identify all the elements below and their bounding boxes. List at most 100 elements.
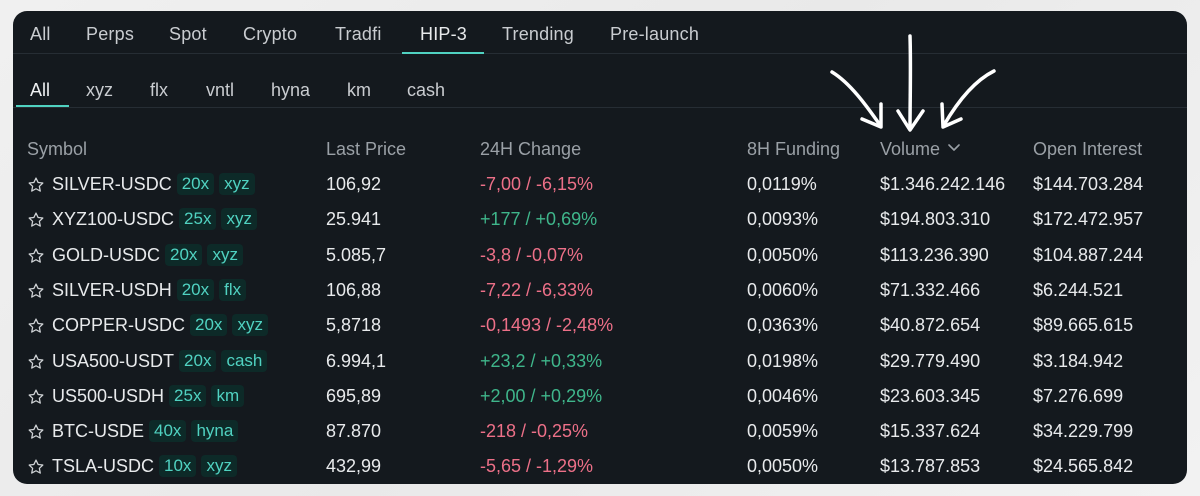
favorite-star-icon[interactable] <box>27 176 45 194</box>
column-header-8h-funding[interactable]: 8H Funding <box>747 139 840 160</box>
symbol-cell[interactable]: GOLD-USDC 20x xyz <box>52 238 243 273</box>
last-price-cell: 432,99 <box>326 456 382 477</box>
last-price-cell: 5,8718 <box>326 315 382 336</box>
last-price-cell: 25.941 <box>326 209 382 230</box>
subtab-vntl[interactable]: vntl <box>206 80 234 101</box>
favorite-star-icon[interactable] <box>27 211 45 229</box>
column-header-open-interest[interactable]: Open Interest <box>1033 139 1142 160</box>
symbol-name: XYZ100-USDC <box>52 209 175 230</box>
symbol-cell[interactable]: XYZ100-USDC 25x xyz <box>52 202 257 237</box>
symbol-cell[interactable]: SILVER-USDH 20x flx <box>52 273 247 308</box>
table-row[interactable]: BTC-USDE 40x hyna 87.870 -218 / -0,25% 0,0059… <box>13 414 1187 449</box>
favorite-star-icon[interactable] <box>27 282 45 300</box>
open-interest-cell: $144.703.284 <box>1033 174 1144 194</box>
subtab-xyz[interactable]: xyz <box>86 80 113 101</box>
last-price-cell: 695,89 <box>326 385 382 406</box>
symbol-name: USA500-USDT <box>52 350 175 371</box>
last-price-cell: 106,88 <box>326 279 382 300</box>
favorite-star-icon[interactable] <box>27 423 45 441</box>
column-header-last-price[interactable]: Last Price <box>326 139 406 160</box>
last-price-cell: 106,92 <box>326 174 382 194</box>
change-cell: -0,1493 / -2,48% <box>480 315 614 336</box>
funding-cell: 0,0363% <box>747 315 819 336</box>
tab-all[interactable]: All <box>30 24 51 45</box>
favorite-star-icon[interactable] <box>27 388 45 406</box>
volume-cell: $1.346.242.146 <box>880 174 1006 194</box>
funding-cell: 0,0059% <box>747 421 819 442</box>
leverage-badge: 20x <box>176 173 215 195</box>
favorite-star-icon[interactable] <box>27 458 45 476</box>
symbol-cell[interactable]: COPPER-USDC 20x xyz <box>52 308 268 343</box>
funding-cell: 0,0119% <box>747 174 817 194</box>
favorite-star-icon[interactable] <box>27 317 45 335</box>
table-row[interactable]: XYZ100-USDC 25x xyz 25.941 +177 / +0,69% 0,00… <box>13 202 1187 237</box>
change-cell: -7,00 / -6,15% <box>480 174 594 194</box>
tab-pre-launch[interactable]: Pre-launch <box>610 24 699 45</box>
subtab-all[interactable]: All <box>30 80 50 101</box>
favorite-star-icon[interactable] <box>27 353 45 371</box>
table-row[interactable]: COPPER-USDC 20x xyz 5,8718 -0,1493 / -2,48% 0… <box>13 308 1187 343</box>
open-interest-cell: $89.665.615 <box>1033 315 1134 336</box>
column-header-24h-change[interactable]: 24H Change <box>480 139 581 160</box>
tab-spot[interactable]: Spot <box>169 24 207 45</box>
open-interest-cell: $34.229.799 <box>1033 421 1134 442</box>
tab-crypto[interactable]: Crypto <box>243 24 297 45</box>
volume-cell: $15.337.624 <box>880 421 981 442</box>
dex-badge: flx <box>219 278 247 301</box>
volume-cell: $13.787.853 <box>880 456 981 477</box>
change-cell: -5,65 / -1,29% <box>480 456 594 477</box>
table-row[interactable]: TSLA-USDC 10x xyz 432,99 -5,65 / -1,29% 0,005… <box>13 449 1187 484</box>
subtab-cash[interactable]: cash <box>407 80 445 101</box>
leverage-badge: 40x <box>149 420 187 443</box>
tab-hip-3[interactable]: HIP-3 <box>420 24 467 45</box>
leverage-badge: 25x <box>169 384 207 407</box>
last-price-cell: 5.085,7 <box>326 244 387 265</box>
dex-badge: xyz <box>232 314 268 337</box>
dex-badge: xyz <box>219 173 255 195</box>
funding-cell: 0,0093% <box>747 209 819 230</box>
symbol-name: TSLA-USDC <box>52 456 155 477</box>
symbol-cell[interactable]: BTC-USDE 40x hyna <box>52 414 239 449</box>
leverage-badge: 20x <box>190 314 228 337</box>
symbol-cell[interactable]: USA500-USDT 20x cash <box>52 344 268 379</box>
change-cell: +23,2 / +0,33% <box>480 350 603 371</box>
change-cell: -7,22 / -6,33% <box>480 279 594 300</box>
table-row[interactable]: USA500-USDT 20x cash 6.994,1 +23,2 / +0,33% 0… <box>13 344 1187 379</box>
dex-badge: xyz <box>207 243 243 266</box>
table-row[interactable]: SILVER-USDC 20x xyz 106,92 -7,00 / -6,15% 0,0… <box>13 167 1187 202</box>
table-row[interactable]: SILVER-USDH 20x flx 106,88 -7,22 / -6,33% 0,0… <box>13 273 1187 308</box>
dex-filter-tabs: All xyz flx vntl hyna km cash <box>13 71 1187 108</box>
funding-cell: 0,0046% <box>747 385 819 406</box>
hand-drawn-arrows-icon <box>830 34 996 132</box>
open-interest-cell: $24.565.842 <box>1033 456 1134 477</box>
change-cell: +2,00 / +0,29% <box>480 385 603 406</box>
symbol-cell[interactable]: US500-USDH 25x km <box>52 379 245 414</box>
symbol-name: SILVER-USDC <box>52 174 172 194</box>
column-header-symbol[interactable]: Symbol <box>27 139 87 160</box>
dex-badge: km <box>211 384 245 407</box>
change-cell: -218 / -0,25% <box>480 421 589 442</box>
volume-cell: $71.332.466 <box>880 279 981 300</box>
last-price-cell: 87.870 <box>326 421 382 442</box>
tab-trending[interactable]: Trending <box>502 24 574 45</box>
table-row[interactable]: US500-USDH 25x km 695,89 +2,00 / +0,29% 0,004… <box>13 379 1187 414</box>
subtab-km[interactable]: km <box>347 80 371 101</box>
symbol-name: COPPER-USDC <box>52 315 186 336</box>
tab-tradfi[interactable]: Tradfi <box>335 24 382 45</box>
symbol-name: GOLD-USDC <box>52 244 161 265</box>
active-subtab-indicator <box>16 105 69 107</box>
markets-panel: All Perps Spot Crypto Tradfi HIP-3 Trend… <box>13 11 1187 484</box>
subtab-hyna[interactable]: hyna <box>271 80 310 101</box>
subtab-flx[interactable]: flx <box>150 80 168 101</box>
funding-cell: 0,0050% <box>747 244 819 265</box>
favorite-star-icon[interactable] <box>27 247 45 265</box>
market-category-tabs: All Perps Spot Crypto Tradfi HIP-3 Trend… <box>13 11 1187 54</box>
symbol-cell[interactable]: TSLA-USDC 10x xyz <box>52 449 237 484</box>
change-cell: +177 / +0,69% <box>480 209 598 230</box>
tab-perps[interactable]: Perps <box>86 24 134 45</box>
column-header-volume[interactable]: Volume <box>880 139 960 160</box>
symbol-cell[interactable]: SILVER-USDC 20x xyz <box>52 167 255 202</box>
dex-badge: xyz <box>201 455 237 478</box>
table-row[interactable]: GOLD-USDC 20x xyz 5.085,7 -3,8 / -0,07% 0,005… <box>13 238 1187 273</box>
volume-cell: $23.603.345 <box>880 385 981 406</box>
